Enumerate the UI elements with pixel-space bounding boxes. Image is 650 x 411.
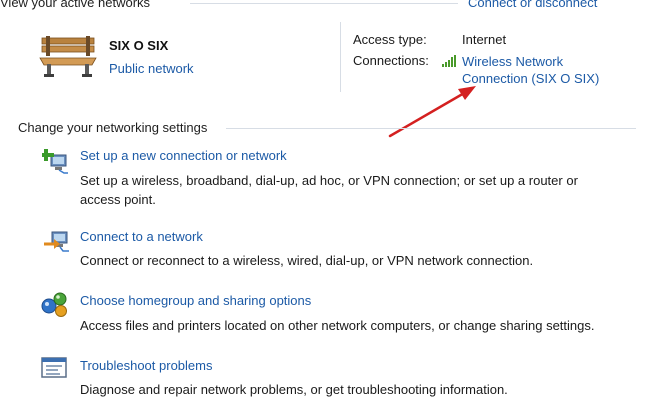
homegroup-link[interactable]: Choose homegroup and sharing options — [80, 293, 311, 308]
access-type-value: Internet — [462, 32, 507, 47]
connect-or-disconnect-link[interactable]: Connect or disconnect — [468, 0, 597, 10]
settings-rule — [226, 128, 636, 129]
troubleshoot-icon — [40, 356, 70, 382]
details-separator — [340, 22, 341, 92]
wireless-connection-link-line1: Wireless Network — [462, 54, 564, 69]
homegroup-icon — [40, 290, 72, 318]
access-type-label: Access type: — [353, 32, 427, 47]
park-bench-icon — [38, 34, 98, 78]
connect-to-network-desc: Connect or reconnect to a wireless, wire… — [80, 253, 534, 268]
connections-label: Connections: — [353, 53, 429, 68]
setup-connection-desc: Set up a wireless, broadband, dial-up, a… — [80, 171, 620, 209]
troubleshoot-link[interactable]: Troubleshoot problems — [80, 358, 212, 373]
setup-connection-desc-line2: access point. — [80, 192, 156, 207]
connect-network-icon — [42, 226, 72, 254]
signal-bars-icon — [441, 54, 457, 68]
homegroup-desc: Access files and printers located on oth… — [80, 318, 595, 333]
header-rule — [190, 3, 458, 4]
setup-connection-desc-line1: Set up a wireless, broadband, dial-up, a… — [80, 173, 578, 188]
active-networks-header: View your active networks — [0, 0, 151, 10]
new-connection-icon — [42, 146, 72, 174]
network-name: SIX O SIX — [109, 38, 169, 53]
troubleshoot-desc: Diagnose and repair network problems, or… — [80, 382, 508, 397]
annotation-arrow — [384, 80, 484, 142]
public-network-link[interactable]: Public network — [109, 61, 194, 76]
connect-to-network-link[interactable]: Connect to a network — [80, 229, 203, 244]
setup-connection-link[interactable]: Set up a new connection or network — [80, 148, 287, 163]
settings-header: Change your networking settings — [18, 120, 208, 135]
